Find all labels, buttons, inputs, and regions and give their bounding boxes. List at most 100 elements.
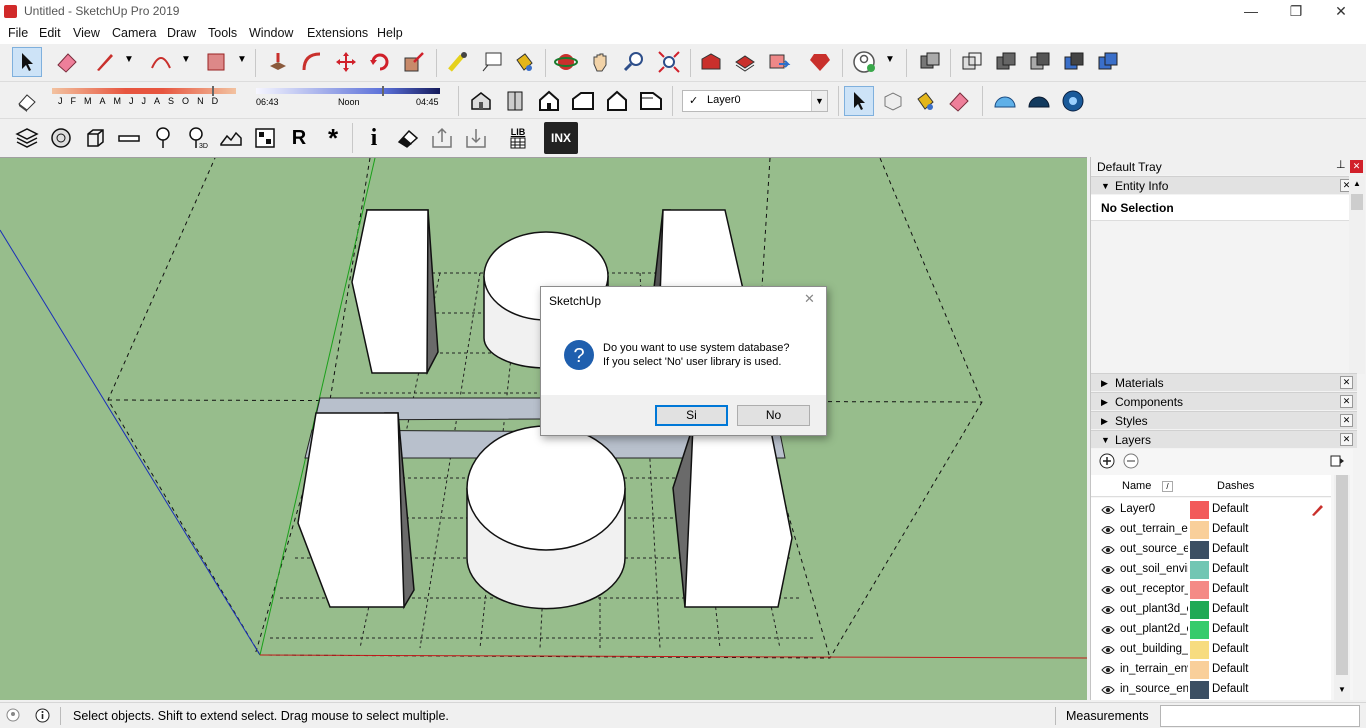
layer-color-swatch[interactable]	[1190, 501, 1209, 519]
layer-dropdown-arrow-icon[interactable]: ▼	[811, 91, 827, 111]
menu-extensions[interactable]: Extensions	[307, 26, 368, 40]
menu-view[interactable]: View	[73, 26, 100, 40]
push-pull-button[interactable]	[263, 47, 293, 77]
layer-color-swatch[interactable]	[1190, 541, 1209, 559]
layer-color-swatch[interactable]	[1190, 621, 1209, 639]
time-slider-thumb[interactable]	[382, 86, 384, 96]
layer-details-icon[interactable]	[1329, 453, 1345, 469]
month-slider[interactable]: JFMAMJJASOND	[52, 86, 236, 114]
geo-location-icon[interactable]	[6, 708, 20, 722]
tape-measure-button[interactable]	[443, 47, 473, 77]
info-button[interactable]: i	[359, 123, 389, 153]
name-column-header[interactable]: Name	[1122, 480, 1151, 492]
layer-color-swatch[interactable]	[1190, 681, 1209, 699]
share-component-button[interactable]	[764, 47, 794, 77]
add-layer-icon[interactable]	[1099, 453, 1115, 469]
zoom-button[interactable]	[619, 47, 649, 77]
visibility-eye-icon[interactable]	[1101, 525, 1115, 535]
layers-header[interactable]: ▼ Layers ✕	[1091, 430, 1357, 448]
line-tool-button[interactable]	[90, 47, 120, 77]
terrain-button[interactable]	[216, 123, 246, 153]
rotate-tool-button[interactable]	[365, 47, 395, 77]
layer-color-swatch[interactable]	[1190, 581, 1209, 599]
rectangle-tool-button[interactable]	[201, 47, 231, 77]
export-button[interactable]	[427, 123, 457, 153]
no-button[interactable]: No	[737, 405, 810, 426]
erase-results-button[interactable]	[393, 123, 423, 153]
account-dropdown-icon[interactable]: ▼	[885, 54, 895, 65]
move-tool-button[interactable]	[331, 47, 361, 77]
visibility-eye-icon[interactable]	[1101, 505, 1115, 515]
layer-row[interactable]: out_plant3d_env Default	[1091, 600, 1331, 620]
library-button[interactable]: LIB	[503, 123, 533, 153]
left-view-button[interactable]	[636, 86, 666, 116]
layers-scroll-thumb[interactable]	[1336, 475, 1348, 675]
large-eraser-button[interactable]	[944, 86, 974, 116]
tree-3d-button[interactable]: 3D	[182, 123, 212, 153]
share-model-button[interactable]	[730, 47, 760, 77]
layer-dashes[interactable]: Default	[1212, 583, 1248, 595]
box-button[interactable]	[80, 123, 110, 153]
layer-row[interactable]: out_terrain_env Default	[1091, 520, 1331, 540]
layer-dashes[interactable]: Default	[1212, 603, 1248, 615]
split-button[interactable]	[1093, 47, 1123, 77]
scroll-up-icon[interactable]: ▲	[1353, 179, 1361, 188]
iso-view-button[interactable]	[466, 86, 496, 116]
union-button[interactable]	[991, 47, 1021, 77]
restore-button[interactable]: ❐	[1273, 0, 1319, 24]
import-button[interactable]	[461, 123, 491, 153]
eraser-tool-button[interactable]	[52, 47, 82, 77]
layers-close-icon[interactable]: ✕	[1340, 433, 1353, 446]
visibility-eye-icon[interactable]	[1101, 685, 1115, 695]
intersect-button[interactable]	[957, 47, 987, 77]
rectangle-dropdown-icon[interactable]: ▼	[237, 54, 247, 65]
right-view-button[interactable]	[568, 86, 598, 116]
menu-tools[interactable]: Tools	[208, 26, 237, 40]
visibility-eye-icon[interactable]	[1101, 665, 1115, 675]
arc-tool-button[interactable]	[146, 47, 176, 77]
receptor-button[interactable]: R	[284, 123, 314, 153]
minimize-button[interactable]: —	[1228, 0, 1274, 24]
materials-close-icon[interactable]: ✕	[1340, 376, 1353, 389]
subtract-button[interactable]	[1025, 47, 1055, 77]
layer-dropdown[interactable]: ✓ Layer0 ▼	[682, 90, 828, 112]
scroll-thumb[interactable]	[1351, 194, 1363, 210]
layer-row[interactable]: out_source_env Default	[1091, 540, 1331, 560]
large-select-button[interactable]	[844, 86, 874, 116]
scroll-down-icon[interactable]: ▼	[1338, 685, 1346, 694]
dashes-column-header[interactable]: Dashes	[1217, 480, 1254, 492]
layer-row[interactable]: out_building_env Default	[1091, 640, 1331, 660]
delete-layer-icon[interactable]	[1123, 453, 1139, 469]
month-slider-thumb[interactable]	[212, 86, 214, 96]
layer-color-swatch[interactable]	[1190, 641, 1209, 659]
tray-close-icon[interactable]: ✕	[1350, 160, 1363, 173]
components-header[interactable]: ▶ Components ✕	[1091, 392, 1357, 410]
layer-dashes[interactable]: Default	[1212, 503, 1248, 515]
visibility-eye-icon[interactable]	[1101, 545, 1115, 555]
building-grid-button[interactable]	[250, 123, 280, 153]
source-button[interactable]: *	[318, 123, 348, 153]
warehouse-button[interactable]	[696, 47, 726, 77]
info-circle-icon[interactable]	[35, 708, 50, 723]
text-tool-button[interactable]	[477, 47, 507, 77]
plane-button[interactable]	[114, 123, 144, 153]
globe-button[interactable]	[1058, 86, 1088, 116]
layer-dashes[interactable]: Default	[1212, 643, 1248, 655]
line-dropdown-icon[interactable]: ▼	[124, 54, 134, 65]
sphere-button[interactable]	[46, 123, 76, 153]
layer-row[interactable]: out_receptor_env Default	[1091, 580, 1331, 600]
menu-edit[interactable]: Edit	[39, 26, 61, 40]
zoom-extents-button[interactable]	[654, 47, 684, 77]
layers-stack-button[interactable]	[12, 123, 42, 153]
tree-button[interactable]	[148, 123, 178, 153]
layer-color-swatch[interactable]	[1190, 661, 1209, 679]
layer-row[interactable]: in_terrain_env Default	[1091, 660, 1331, 680]
layer-row[interactable]: in_source_env Default	[1091, 680, 1331, 700]
menu-window[interactable]: Window	[249, 26, 293, 40]
measurements-input[interactable]	[1160, 705, 1360, 727]
dialog-close-icon[interactable]: ✕	[804, 291, 815, 307]
front-view-button[interactable]	[534, 86, 564, 116]
arc-dropdown-icon[interactable]: ▼	[181, 54, 191, 65]
dark-dome-button[interactable]	[1024, 86, 1054, 116]
top-view-button[interactable]	[500, 86, 530, 116]
